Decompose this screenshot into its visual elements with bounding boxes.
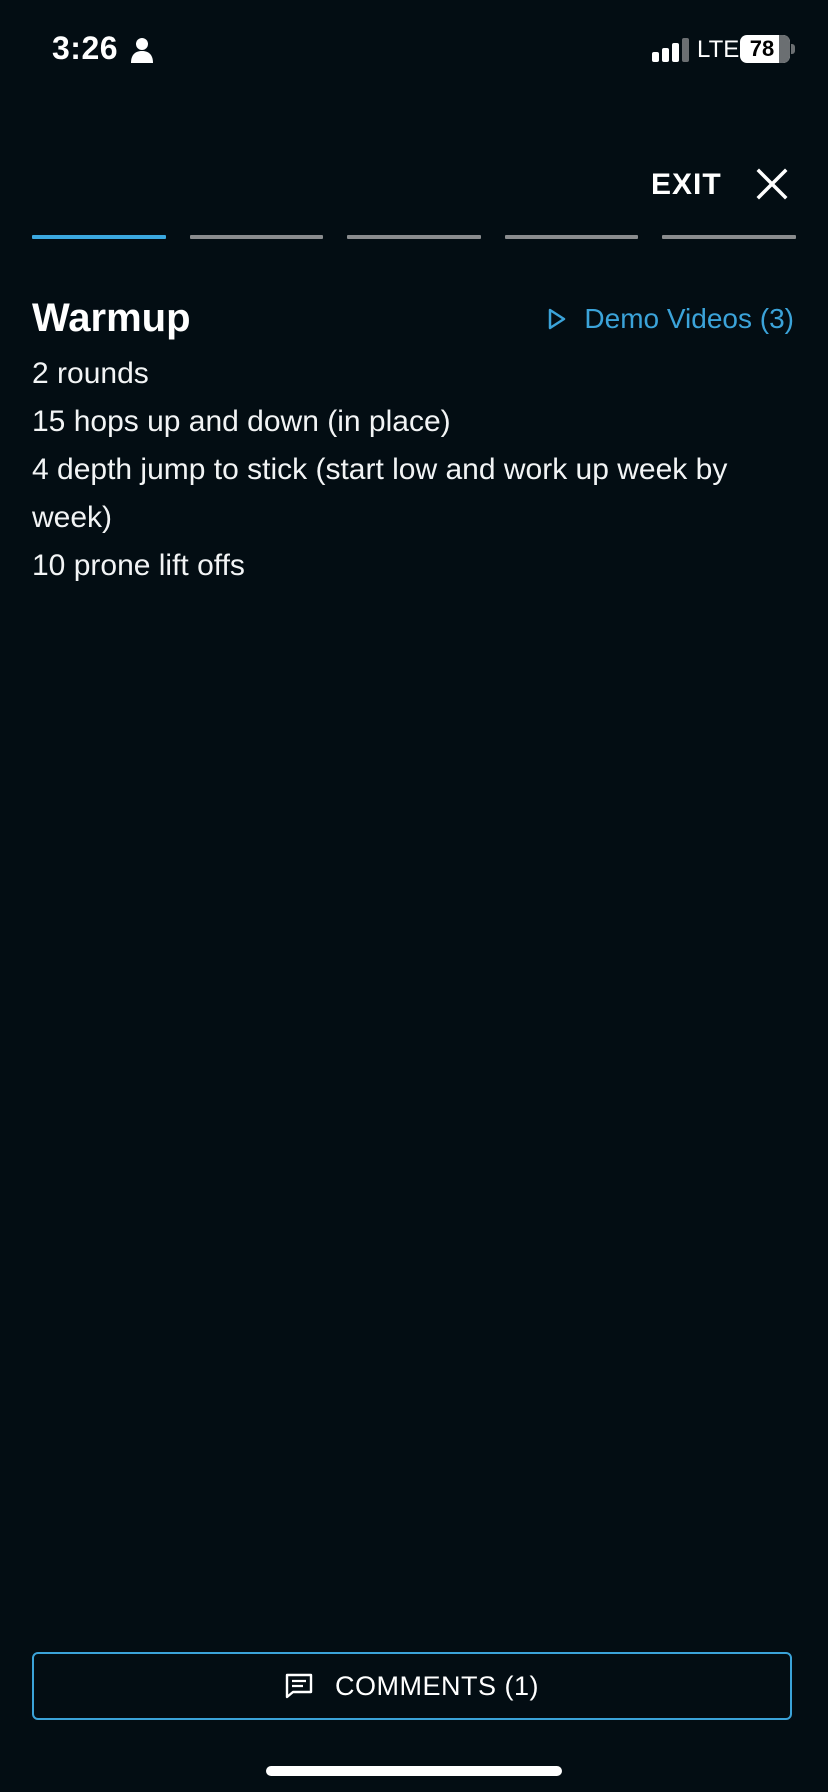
progress-segment-3 xyxy=(347,235,481,239)
instruction-line: 2 rounds xyxy=(32,357,149,390)
progress-segment-2 xyxy=(189,235,324,239)
status-time: 3:26 xyxy=(52,30,119,66)
workout-instructions: 2 rounds 15 hops up and down (in place) … xyxy=(32,350,800,590)
exit-button[interactable]: EXIT xyxy=(651,168,722,202)
demo-videos-link[interactable]: Demo Videos (3) xyxy=(548,303,794,335)
progress-segment-4 xyxy=(504,235,639,239)
person-icon xyxy=(131,38,153,63)
cellular-signal-icon xyxy=(652,38,689,62)
battery-level: 78 xyxy=(749,36,775,61)
demo-videos-label: Demo Videos (3) xyxy=(584,303,794,334)
battery-nub xyxy=(791,44,795,54)
instruction-line: 4 depth jump to stick (start low and wor… xyxy=(32,453,728,534)
instruction-line: 10 prone lift offs xyxy=(32,549,245,582)
network-type: LTE xyxy=(697,36,740,63)
close-icon[interactable] xyxy=(756,168,788,200)
status-bar: 3:26 LTE 78 xyxy=(0,0,828,100)
comments-label: COMMENTS (1) xyxy=(335,1670,539,1701)
comments-button[interactable]: COMMENTS (1) xyxy=(32,1652,792,1720)
section-title: Warmup xyxy=(32,296,191,340)
home-indicator[interactable] xyxy=(266,1766,562,1776)
instruction-line: 15 hops up and down (in place) xyxy=(32,405,451,438)
step-progress xyxy=(32,235,796,239)
battery-icon: 78 xyxy=(740,35,790,63)
progress-segment-5 xyxy=(662,235,796,239)
play-icon xyxy=(549,308,566,330)
progress-segment-1 xyxy=(32,235,166,239)
comment-icon xyxy=(285,1673,313,1699)
